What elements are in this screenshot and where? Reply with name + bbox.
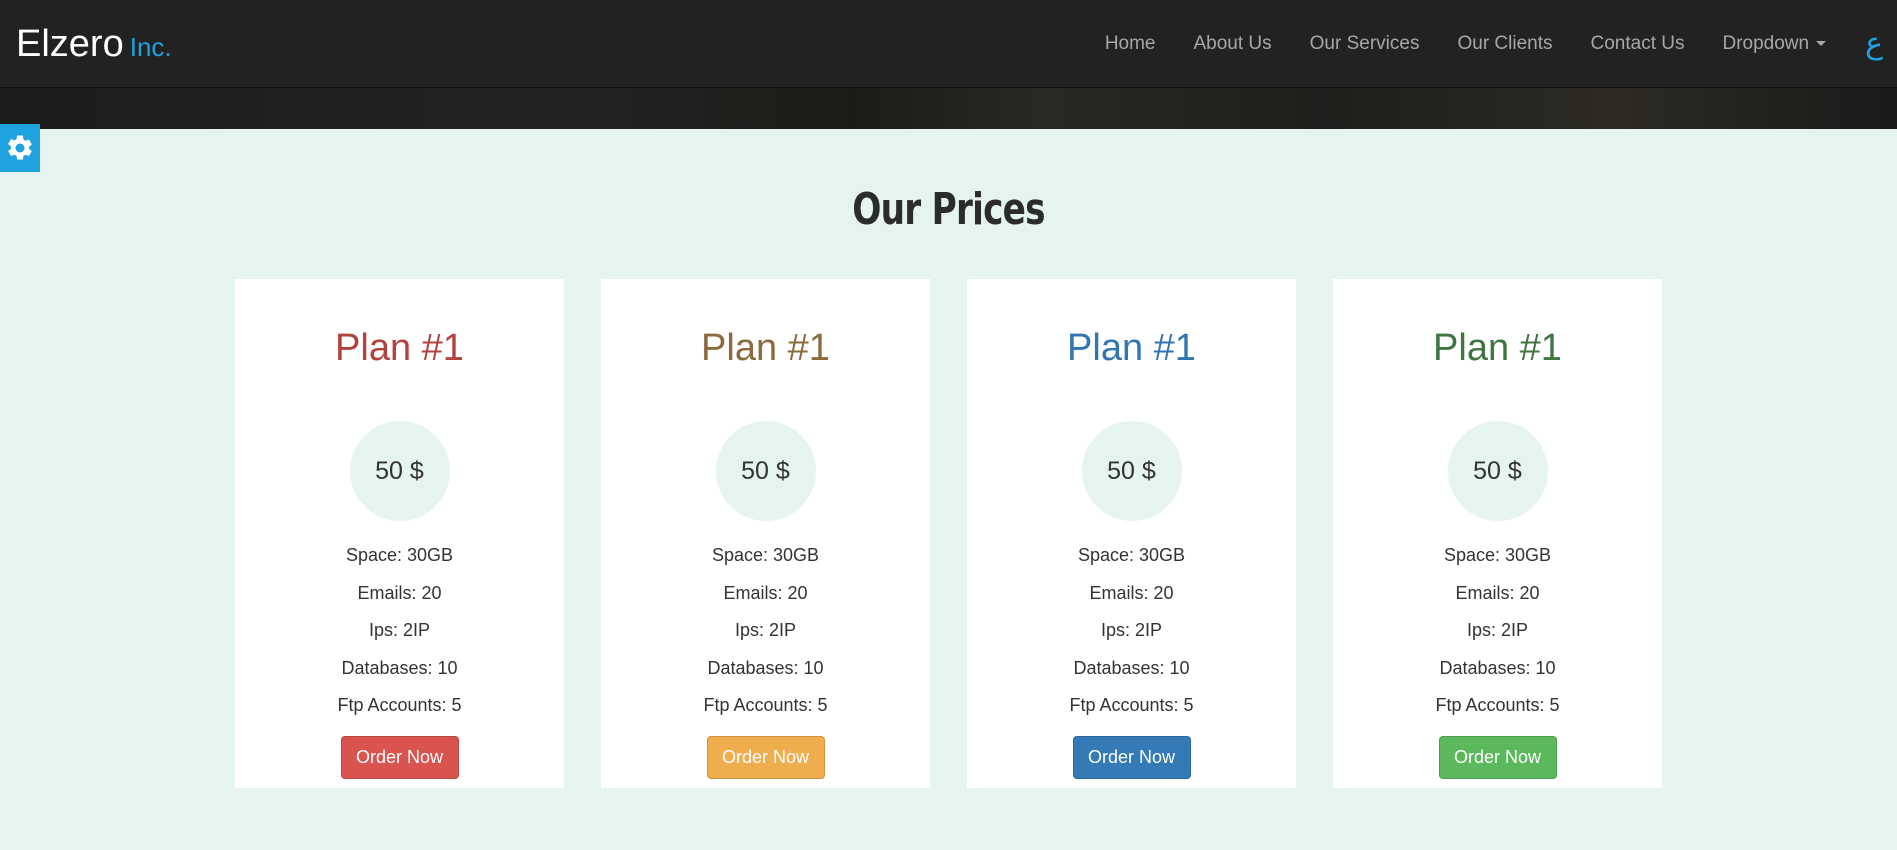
feature-databases: Databases: 10 <box>1439 657 1556 678</box>
feature-ips: Ips: 2IP <box>368 620 430 640</box>
plan-title: Plan #1 <box>1433 327 1562 369</box>
plan-title: Plan #1 <box>1067 327 1196 369</box>
nav-link-about[interactable]: About Us <box>1175 0 1291 88</box>
language-toggle[interactable]: ع <box>1845 0 1897 88</box>
feature-space: Space: 30GB <box>1443 545 1552 565</box>
order-now-button[interactable]: Order Now <box>1438 735 1557 779</box>
pricing-card: Plan #1 50 $ Space: 30GB Emails: 20 Ips:… <box>1333 279 1662 788</box>
feature-ips: Ips: 2IP <box>734 620 796 640</box>
feature-list: Space: 30GB Emails: 20 Ips: 2IP Database… <box>1435 537 1559 725</box>
pricing-card: Plan #1 50 $ Space: 30GB Emails: 20 Ips:… <box>967 279 1296 788</box>
feature-ips: Ips: 2IP <box>1100 620 1162 640</box>
feature-list: Space: 30GB Emails: 20 Ips: 2IP Database… <box>703 537 827 725</box>
gear-icon <box>8 135 32 160</box>
feature-ftp: Ftp Accounts: 5 <box>1435 695 1560 715</box>
feature-list: Space: 30GB Emails: 20 Ips: 2IP Database… <box>1069 537 1193 725</box>
nav-dropdown-label: Dropdown <box>1722 33 1810 54</box>
nav-link-clients[interactable]: Our Clients <box>1438 0 1571 88</box>
feature-ftp: Ftp Accounts: 5 <box>703 695 828 715</box>
pricing-cards: Plan #1 50 $ Space: 30GB Emails: 20 Ips:… <box>235 279 1662 788</box>
feature-ips: Ips: 2IP <box>1466 620 1528 640</box>
nav-link-home[interactable]: Home <box>1086 0 1175 88</box>
nav-links: Home About Us Our Services Our Clients C… <box>1086 0 1897 88</box>
nav-link-contact[interactable]: Contact Us <box>1572 0 1704 88</box>
price-circle: 50 $ <box>349 421 450 521</box>
brand-sub: Inc. <box>129 32 172 62</box>
order-now-button[interactable]: Order Now <box>706 735 825 779</box>
feature-emails: Emails: 20 <box>723 582 808 603</box>
price-circle: 50 $ <box>1081 421 1182 521</box>
feature-space: Space: 30GB <box>711 545 820 565</box>
feature-ftp: Ftp Accounts: 5 <box>337 695 462 715</box>
feature-emails: Emails: 20 <box>1089 582 1174 603</box>
plan-title: Plan #1 <box>701 327 830 369</box>
pricing-card: Plan #1 50 $ Space: 30GB Emails: 20 Ips:… <box>235 279 564 788</box>
feature-list: Space: 30GB Emails: 20 Ips: 2IP Database… <box>337 537 461 725</box>
feature-space: Space: 30GB <box>1077 545 1186 565</box>
feature-space: Space: 30GB <box>345 545 454 565</box>
plan-title: Plan #1 <box>335 327 464 369</box>
brand-logo[interactable]: Elzero Inc. <box>16 22 172 69</box>
nav-dropdown[interactable]: Dropdown <box>1703 0 1845 88</box>
price-circle: 50 $ <box>715 421 816 521</box>
section-title: Our Prices <box>852 184 1045 235</box>
hero-strip <box>0 88 1897 129</box>
navbar: Elzero Inc. Home About Us Our Services Ou… <box>0 0 1897 88</box>
pricing-card: Plan #1 50 $ Space: 30GB Emails: 20 Ips:… <box>601 279 930 788</box>
caret-down-icon <box>1816 41 1827 47</box>
nav-link-services[interactable]: Our Services <box>1291 0 1439 88</box>
brand-name: Elzero <box>16 23 124 65</box>
settings-toggle[interactable] <box>0 124 40 172</box>
order-now-button[interactable]: Order Now <box>1072 735 1191 779</box>
feature-emails: Emails: 20 <box>357 582 442 603</box>
feature-emails: Emails: 20 <box>1455 582 1540 603</box>
price-circle: 50 $ <box>1447 421 1548 521</box>
feature-databases: Databases: 10 <box>707 657 824 678</box>
order-now-button[interactable]: Order Now <box>340 735 459 779</box>
feature-databases: Databases: 10 <box>1073 657 1190 678</box>
feature-ftp: Ftp Accounts: 5 <box>1069 695 1194 715</box>
feature-databases: Databases: 10 <box>341 657 458 678</box>
